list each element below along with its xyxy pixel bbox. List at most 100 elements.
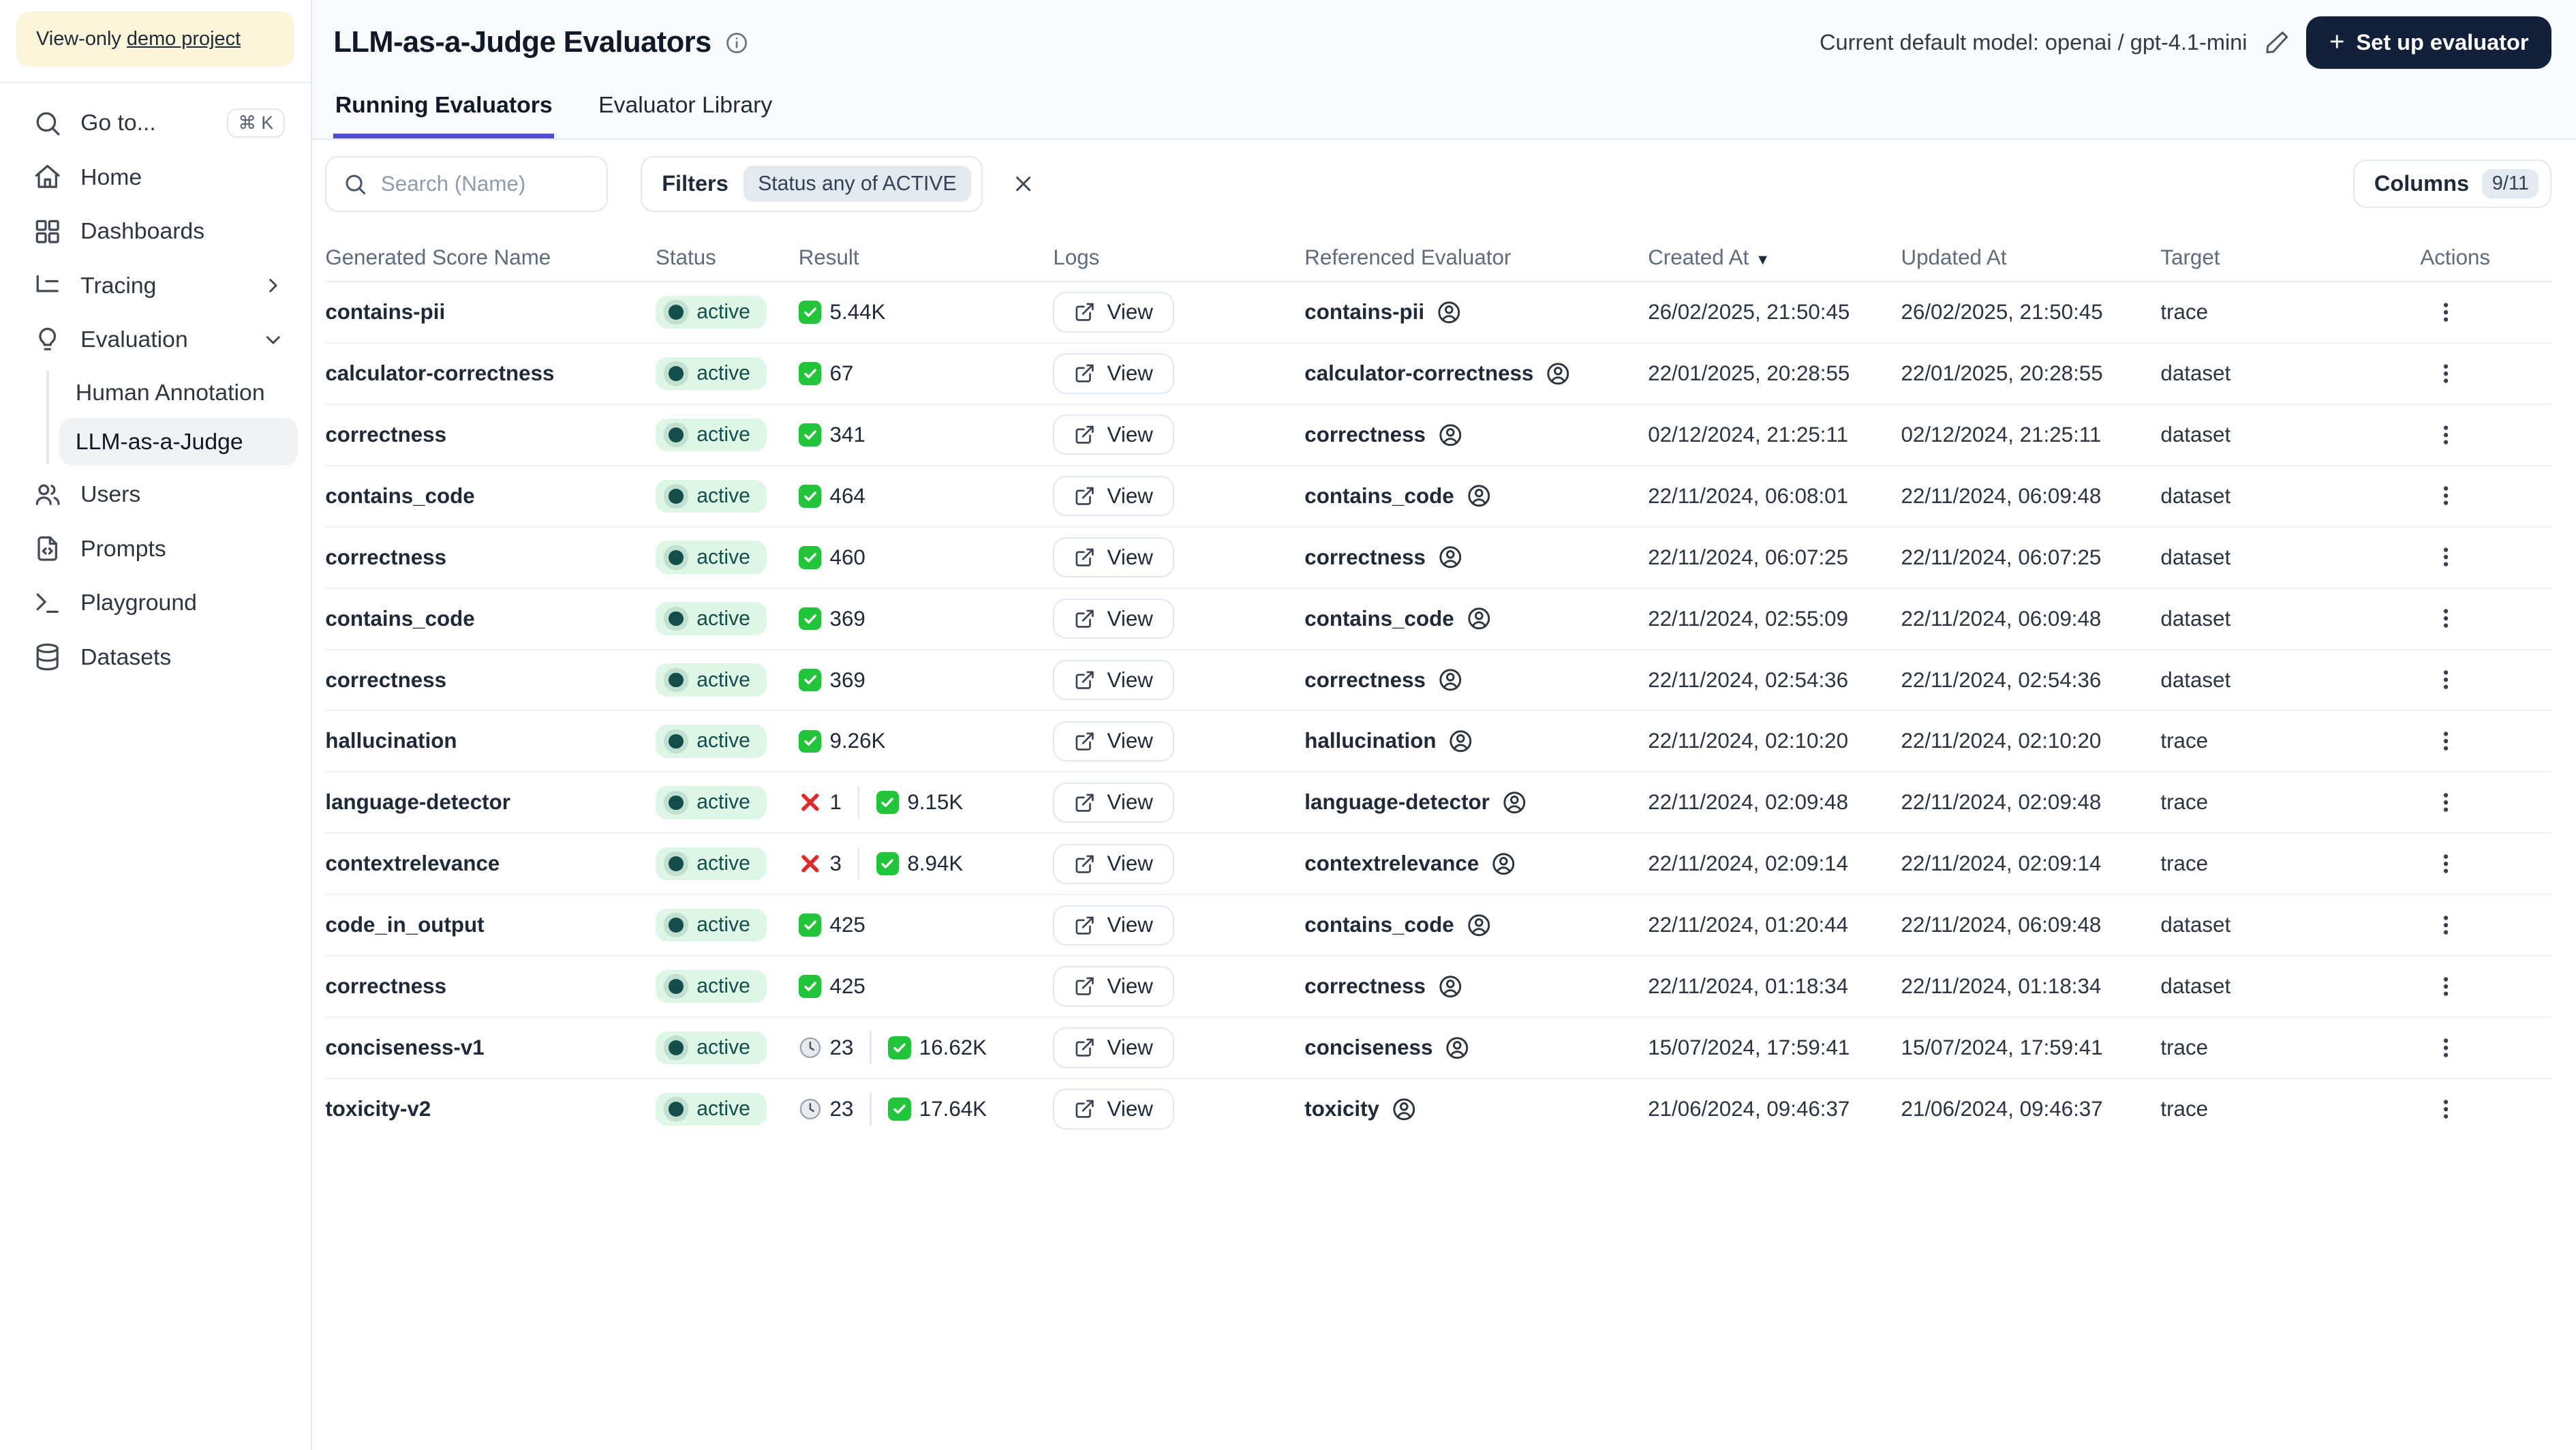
edit-model-pencil-icon[interactable] [2264,29,2290,56]
target-value: trace [2160,729,2209,753]
filters-button[interactable]: Filters Status any of ACTIVE [641,155,983,212]
status-badge-label: active [696,484,750,507]
view-logs-button[interactable]: View [1053,966,1174,1007]
table-row: correctness active 425 View correctness … [325,955,2552,1016]
status-dot-icon [669,549,684,565]
col-header-result[interactable]: Result [799,245,1054,270]
sidebar-item-playground[interactable]: Playground [13,576,298,631]
sidebar-item-human-annotation[interactable]: Human Annotation [59,369,298,417]
row-actions-menu-button[interactable] [2423,967,2468,1005]
referenced-evaluator-cell[interactable]: toxicity [1304,1096,1648,1123]
sidebar-item-goto[interactable]: Go to... ⌘ K [13,96,298,151]
view-logs-button[interactable]: View [1053,414,1174,455]
external-link-icon [1074,915,1095,936]
sidebar-item-home[interactable]: Home [13,150,298,205]
row-actions-menu-button[interactable] [2423,539,2468,576]
view-logs-button[interactable]: View [1053,476,1174,517]
row-actions-menu-button[interactable] [2423,723,2468,760]
pass-group: 67 [798,361,853,386]
search-input[interactable] [380,171,590,196]
target-value: trace [2160,1036,2209,1060]
view-logs-button[interactable]: View [1053,1027,1174,1068]
referenced-evaluator-name: contains_code [1304,913,1454,937]
referenced-evaluator-cell[interactable]: calculator-correctness [1304,361,1648,387]
sidebar-item-label: Dashboards [80,218,205,245]
row-actions-menu-button[interactable] [2423,600,2468,637]
clear-filters-button[interactable] [1002,162,1045,205]
view-logs-button[interactable]: View [1053,292,1174,333]
referenced-evaluator-cell[interactable]: correctness [1304,544,1648,571]
row-actions-menu-button[interactable] [2423,416,2468,453]
info-icon[interactable] [724,31,749,55]
view-logs-button[interactable]: View [1053,843,1174,884]
status-badge: active [655,1031,767,1065]
tab-running-evaluators[interactable]: Running Evaluators [333,92,554,138]
status-badge-label: active [696,545,750,569]
updated-at: 26/02/2025, 21:50:45 [1901,299,2103,324]
sidebar-item-datasets[interactable]: Datasets [13,630,298,684]
col-header-updated-at[interactable]: Updated At [1901,245,2160,270]
referenced-evaluator-cell[interactable]: conciseness [1304,1035,1648,1061]
row-actions-menu-button[interactable] [2423,783,2468,821]
created-at: 22/01/2025, 20:28:55 [1648,361,1850,385]
status-dot-icon [669,611,684,626]
result-cell: 9.26K [798,729,1054,753]
referenced-evaluator-cell[interactable]: correctness [1304,973,1648,1000]
tab-evaluator-library[interactable]: Evaluator Library [597,92,774,138]
referenced-evaluator-cell[interactable]: correctness [1304,667,1648,693]
col-header-target[interactable]: Target [2160,245,2420,270]
referenced-evaluator-cell[interactable]: contains_code [1304,912,1648,939]
kebab-menu-icon [2434,300,2458,324]
row-actions-menu-button[interactable] [2423,661,2468,699]
row-actions-menu-button[interactable] [2423,477,2468,515]
col-header-created-at[interactable]: Created At ▼ [1648,245,1901,270]
col-header-status[interactable]: Status [656,245,799,270]
status-badge: active [655,295,767,329]
kebab-menu-icon [2434,1036,2458,1060]
referenced-evaluator-cell[interactable]: contains-pii [1304,299,1648,326]
sidebar-item-tracing[interactable]: Tracing [13,259,298,314]
row-actions-menu-button[interactable] [2423,906,2468,943]
view-logs-button[interactable]: View [1053,905,1174,946]
status-filter-chip[interactable]: Status any of ACTIVE [743,166,972,202]
pass-check-icon [798,975,822,998]
referenced-evaluator-cell[interactable]: correctness [1304,422,1648,449]
demo-project-link[interactable]: demo project [127,28,241,50]
pass-group: 5.44K [798,300,885,324]
table-row: contains_code active 464 View contains_c… [325,464,2552,526]
view-logs-button[interactable]: View [1053,353,1174,394]
columns-button[interactable]: Columns 9/11 [2352,160,2552,209]
row-actions-menu-button[interactable] [2423,1090,2468,1128]
view-logs-button[interactable]: View [1053,537,1174,578]
row-actions-menu-button[interactable] [2423,354,2468,392]
referenced-evaluator-cell[interactable]: contains_code [1304,605,1648,632]
row-actions-menu-button[interactable] [2423,293,2468,331]
row-actions-menu-button[interactable] [2423,845,2468,882]
sidebar-item-evaluation[interactable]: Evaluation [13,313,298,367]
view-logs-button[interactable]: View [1053,782,1174,823]
view-logs-button[interactable]: View [1053,598,1174,639]
subtree-rail [46,370,50,464]
col-header-logs[interactable]: Logs [1053,245,1304,270]
col-header-referenced-evaluator[interactable]: Referenced Evaluator [1304,245,1648,270]
set-up-evaluator-button[interactable]: + Set up evaluator [2306,16,2552,70]
view-logs-button[interactable]: View [1053,659,1174,701]
kebab-menu-icon [2434,423,2458,447]
view-button-label: View [1107,790,1153,815]
sidebar-item-llm-as-a-judge[interactable]: LLM-as-a-Judge [59,418,298,466]
view-logs-button[interactable]: View [1053,721,1174,762]
referenced-evaluator-cell[interactable]: contextrelevance [1304,851,1648,877]
sidebar-item-label: Prompts [80,535,166,562]
sidebar-item-prompts[interactable]: Prompts [13,522,298,576]
referenced-evaluator-cell[interactable]: hallucination [1304,728,1648,755]
status-badge: active [655,541,767,574]
sidebar-item-dashboards[interactable]: Dashboards [13,205,298,259]
col-header-generated-score-name[interactable]: Generated Score Name [325,245,656,270]
external-link-icon [1074,854,1095,875]
view-logs-button[interactable]: View [1053,1089,1174,1130]
sidebar-item-users[interactable]: Users [13,468,298,522]
referenced-evaluator-cell[interactable]: contains_code [1304,483,1648,509]
referenced-evaluator-cell[interactable]: language-detector [1304,789,1648,816]
row-actions-menu-button[interactable] [2423,1029,2468,1066]
referenced-evaluator-name: calculator-correctness [1304,361,1534,385]
